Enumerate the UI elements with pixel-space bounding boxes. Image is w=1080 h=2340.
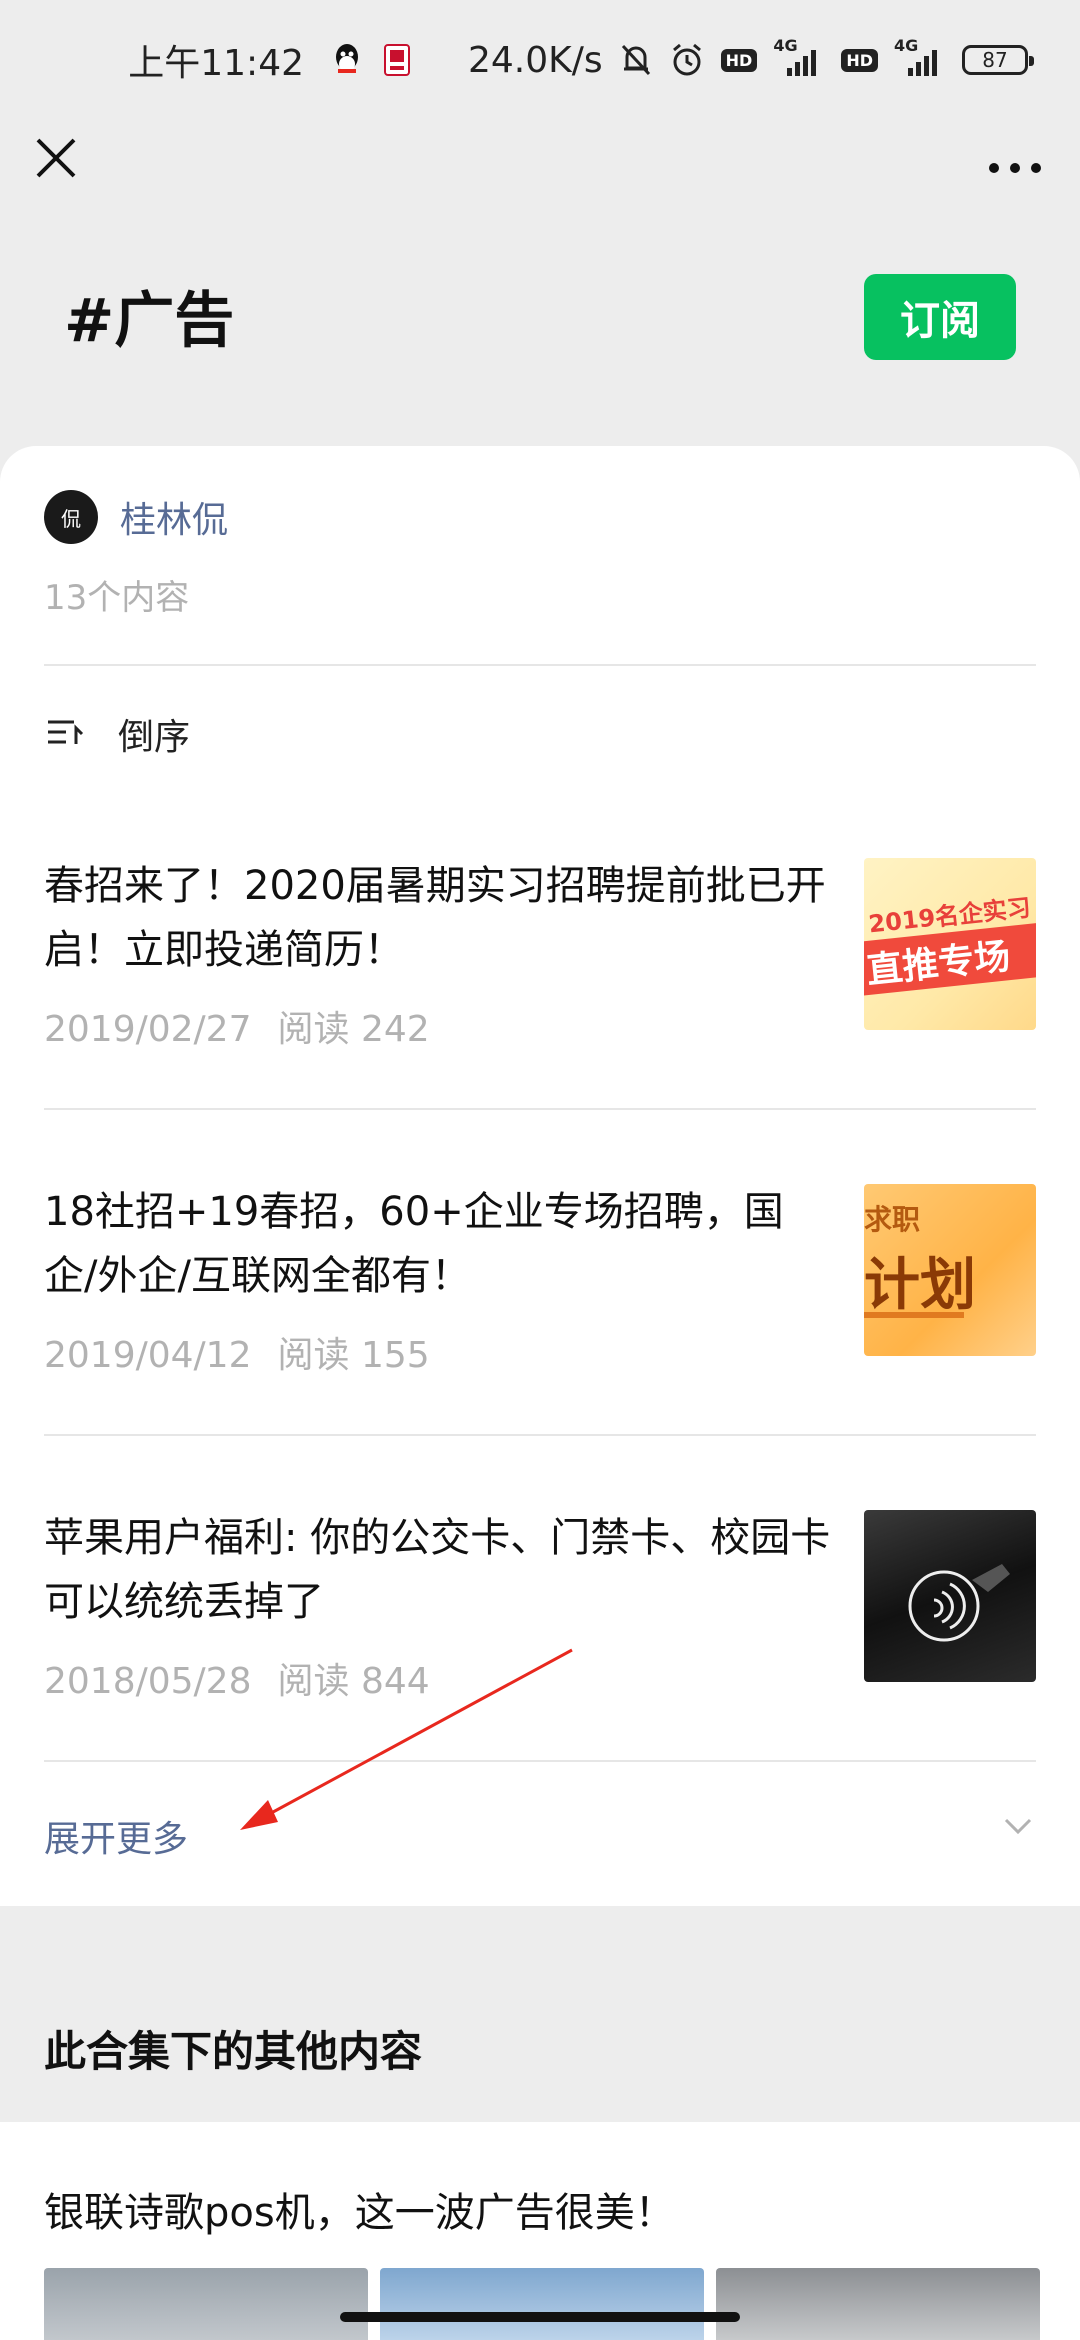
image-thumbnail[interactable] [716, 2268, 1040, 2340]
image-thumbnail[interactable] [380, 2268, 704, 2340]
other-article-images[interactable] [44, 2268, 1040, 2340]
image-thumbnail[interactable] [44, 2268, 368, 2340]
home-indicator[interactable] [340, 2312, 740, 2322]
other-article-title[interactable]: 银联诗歌pos机，这一波广告很美！ [44, 2180, 675, 2238]
section-title: 此合集下的其他内容 [44, 2027, 423, 2076]
page: 上午11:42 24.0K/s HD 4G HD 4G 87 #广告 订阅 侃 … [0, 0, 1080, 2340]
annotation-arrow [240, 1648, 573, 1830]
other-article-card[interactable]: 银联诗歌pos机，这一波广告很美！ [0, 2122, 1080, 2340]
